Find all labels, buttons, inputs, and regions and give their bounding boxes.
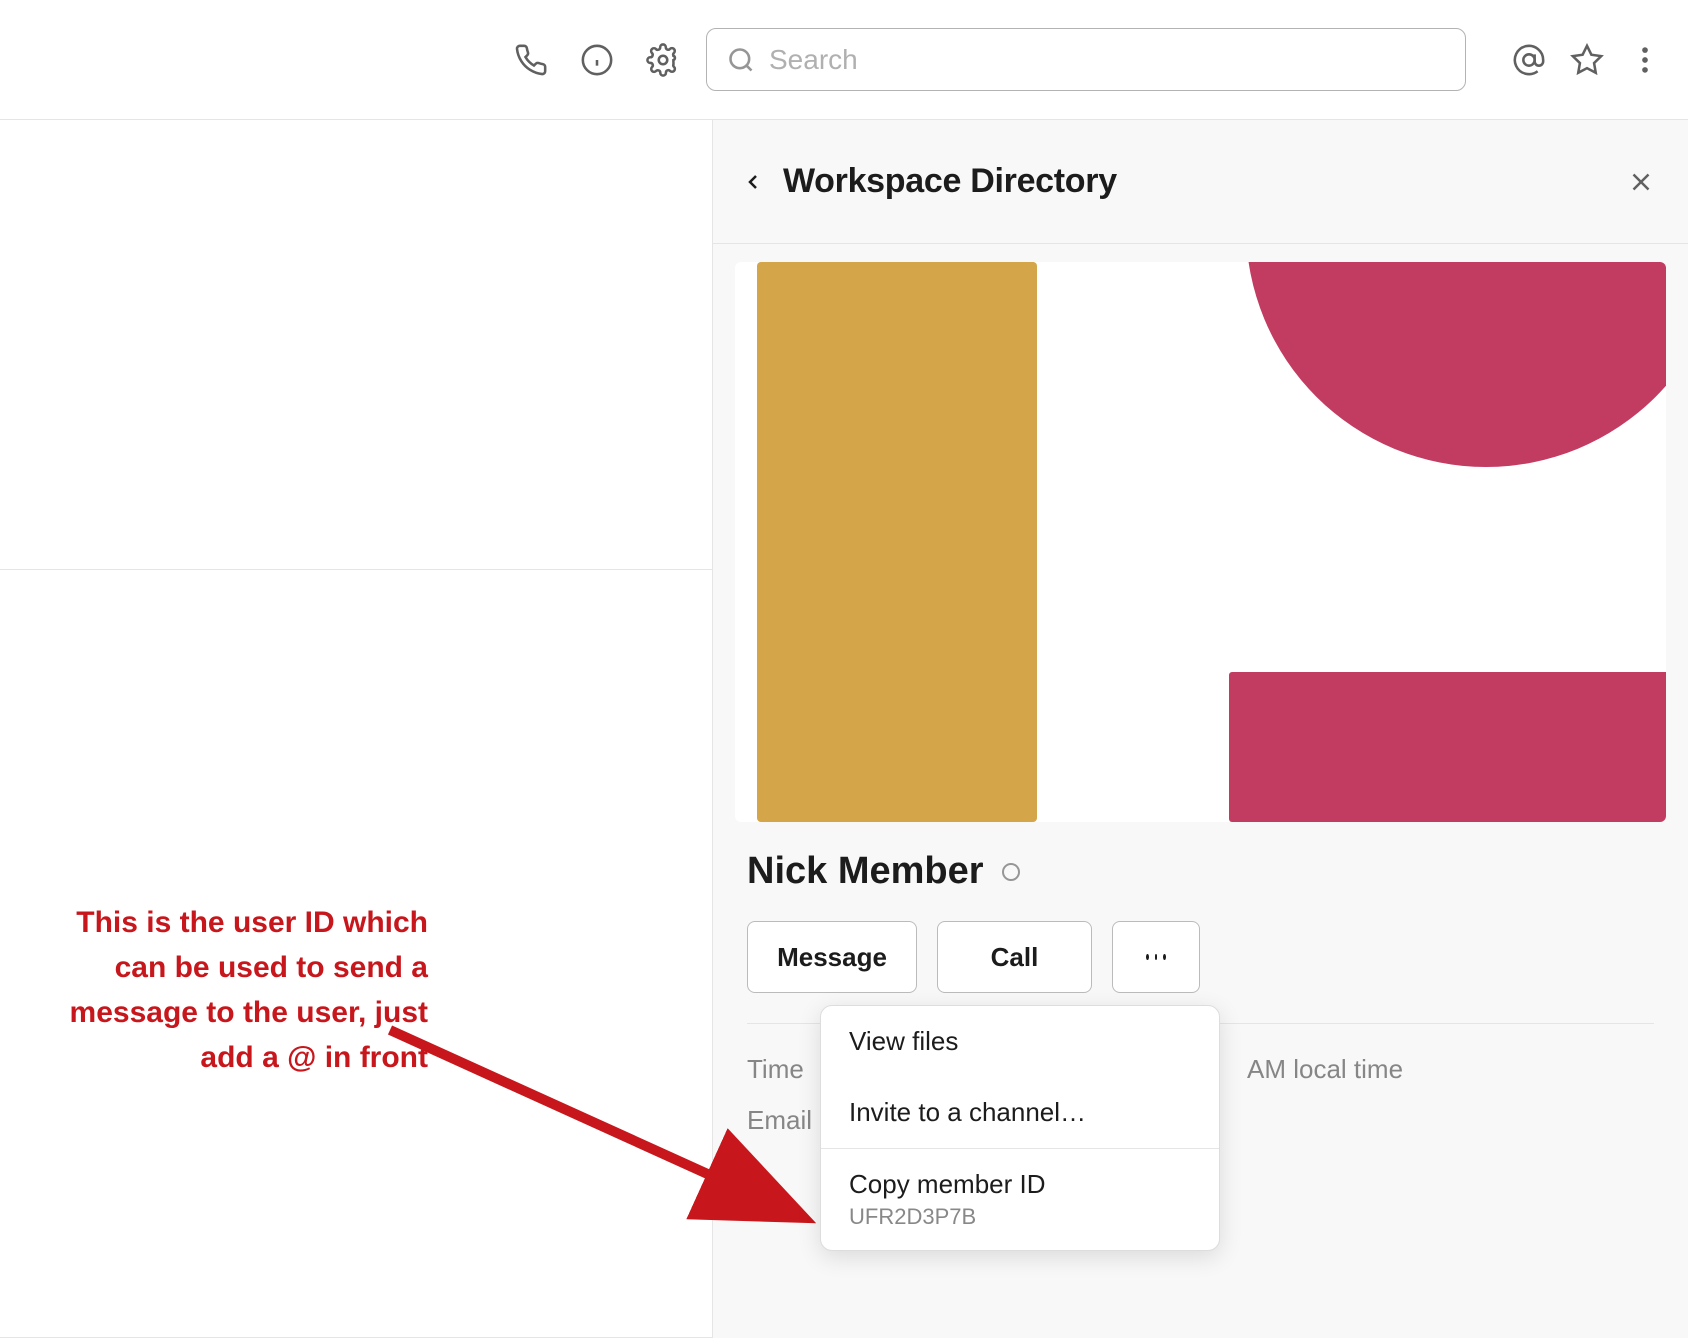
dropdown-copy-member-id[interactable]: Copy member ID UFR2D3P7B: [821, 1149, 1219, 1250]
info-icon[interactable]: [578, 41, 616, 79]
profile-name: Nick Member: [747, 850, 984, 893]
back-icon[interactable]: [741, 166, 773, 198]
panel-title: Workspace Directory: [783, 162, 1117, 201]
more-button[interactable]: [1112, 921, 1200, 993]
gear-icon[interactable]: [644, 41, 682, 79]
call-button[interactable]: Call: [937, 921, 1092, 993]
avatar-shape-quarter: [1246, 262, 1666, 467]
toolbar-icons-left: [512, 41, 682, 79]
top-toolbar: [0, 0, 1688, 120]
search-input[interactable]: [769, 44, 1445, 76]
avatar-shape-red: [1229, 672, 1666, 822]
close-icon[interactable]: [1622, 163, 1660, 201]
search-box[interactable]: [706, 28, 1466, 91]
dropdown-copy-id-value: UFR2D3P7B: [849, 1204, 1191, 1230]
annotation-arrow-icon: [380, 1010, 830, 1250]
mention-icon[interactable]: [1510, 41, 1548, 79]
time-value: AM local time: [1247, 1054, 1403, 1085]
more-vertical-icon[interactable]: [1626, 41, 1664, 79]
left-section-1: [0, 120, 712, 570]
avatar-image: [735, 262, 1666, 822]
toolbar-icons-right: [1510, 41, 1664, 79]
avatar-shape-gold: [757, 262, 1037, 822]
action-row: Message Call: [713, 921, 1688, 993]
annotation-text: This is the user ID which can be used to…: [48, 900, 428, 1080]
more-dots-icon: [1146, 954, 1149, 960]
phone-icon[interactable]: [512, 41, 550, 79]
search-icon: [727, 46, 755, 74]
dropdown-copy-id-label: Copy member ID: [849, 1169, 1191, 1200]
dropdown-invite[interactable]: Invite to a channel…: [821, 1077, 1219, 1148]
profile-name-row: Nick Member: [713, 850, 1688, 893]
panel-header: Workspace Directory: [713, 120, 1688, 244]
star-icon[interactable]: [1568, 41, 1606, 79]
dropdown-view-files[interactable]: View files: [821, 1006, 1219, 1077]
more-dropdown: View files Invite to a channel… Copy mem…: [820, 1005, 1220, 1251]
message-button[interactable]: Message: [747, 921, 917, 993]
status-indicator-icon: [1002, 863, 1020, 881]
